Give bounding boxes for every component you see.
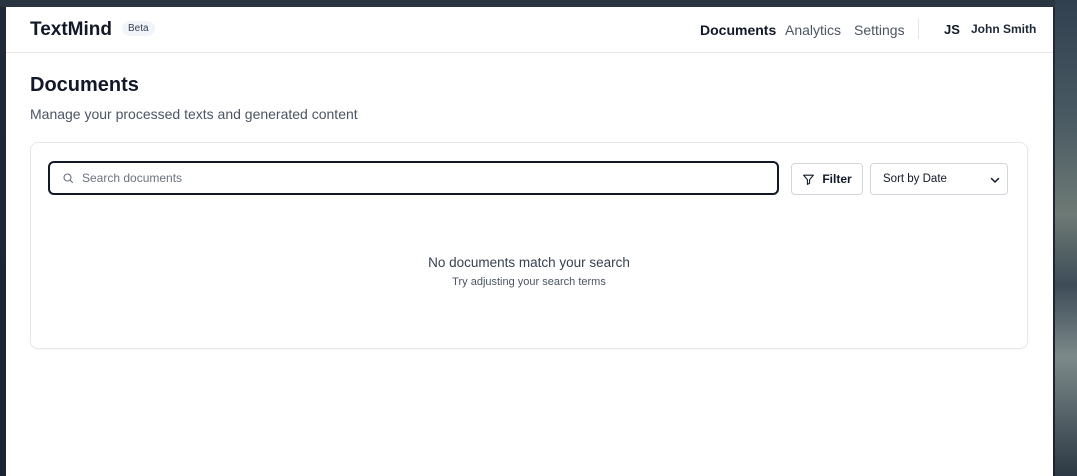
desktop-wallpaper-edge <box>1055 0 1077 476</box>
empty-state-title: No documents match your search <box>428 255 630 270</box>
search-box[interactable] <box>48 161 779 195</box>
search-icon <box>60 170 76 186</box>
page-title: Documents <box>30 74 139 96</box>
nav-divider <box>918 19 919 39</box>
avatar[interactable]: JS <box>944 22 960 37</box>
top-navbar: TextMind Beta Documents Analytics Settin… <box>6 7 1053 53</box>
nav-documents[interactable]: Documents <box>700 22 776 38</box>
chevron-down-icon <box>989 174 1001 186</box>
app-window: TextMind Beta Documents Analytics Settin… <box>6 7 1053 476</box>
page-subtitle: Manage your processed texts and generate… <box>30 106 358 122</box>
user-name[interactable]: John Smith <box>971 22 1036 36</box>
nav-analytics[interactable]: Analytics <box>785 22 841 38</box>
sort-select-value: Sort by Date <box>883 173 947 185</box>
filter-button-label: Filter <box>822 172 852 186</box>
search-input[interactable] <box>82 171 762 185</box>
sort-select[interactable]: Sort by Date <box>870 163 1008 195</box>
desktop-top-strip <box>0 0 1077 7</box>
filter-button[interactable]: Filter <box>791 163 863 195</box>
documents-card: Filter Sort by Date No documents match y… <box>30 142 1028 349</box>
empty-state-subtitle: Try adjusting your search terms <box>452 276 606 288</box>
nav-settings[interactable]: Settings <box>854 22 905 38</box>
app-logo[interactable]: TextMind <box>30 19 112 41</box>
beta-badge: Beta <box>122 21 155 36</box>
funnel-icon <box>802 173 815 186</box>
